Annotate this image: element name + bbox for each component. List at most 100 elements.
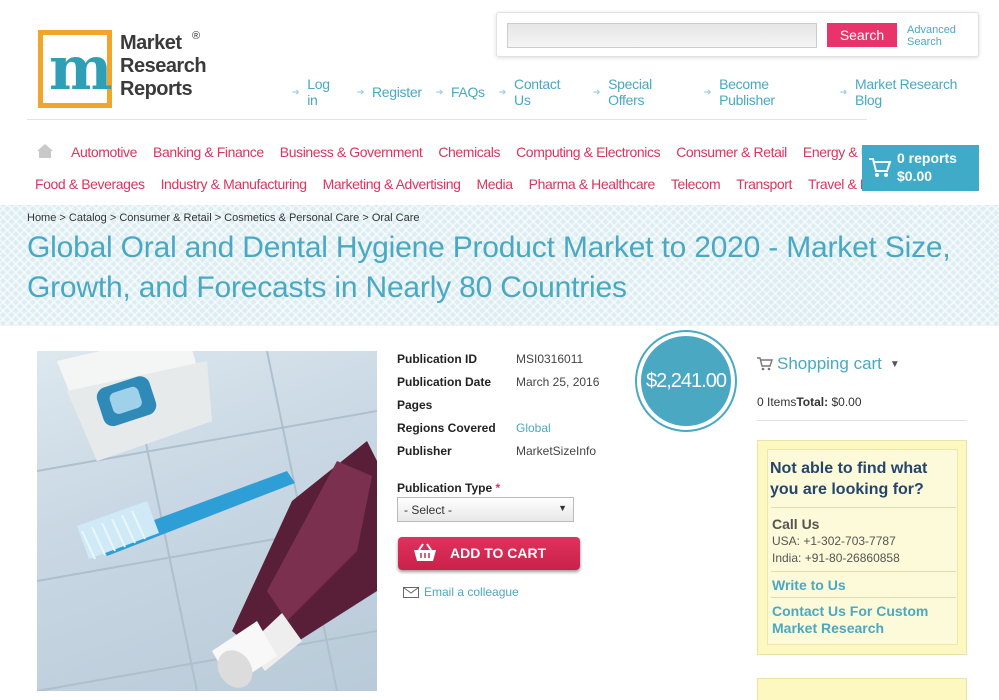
logo-word-market: Market	[120, 32, 182, 54]
contact-us-link[interactable]: ➔ Contact Us	[499, 76, 579, 108]
cart-report-count: 0 reports	[897, 150, 957, 166]
shopping-cart-title: Shopping cart	[777, 354, 882, 373]
add-to-cart-button[interactable]: ADD TO CART	[398, 537, 580, 570]
arrow-icon: ➔	[435, 86, 444, 97]
home-icon[interactable]	[36, 143, 54, 159]
arrow-icon: ➔	[592, 86, 601, 97]
help-divider	[771, 507, 956, 508]
link-label: Special Offers	[608, 76, 652, 108]
email-colleague-link[interactable]: Email a colleague	[403, 585, 519, 599]
detail-value: March 25, 2016	[516, 375, 600, 389]
link-label: Market Research Blog	[855, 76, 958, 108]
category-business-government[interactable]: Business & Government	[280, 144, 423, 160]
link-label: Become Publisher	[719, 76, 775, 108]
link-label: Log in	[307, 76, 330, 108]
detail-row: Publisher MarketSizeInfo	[397, 444, 599, 467]
faqs-link[interactable]: ➔ FAQs	[436, 76, 485, 108]
publication-details: Publication ID MSI0316011 Publication Dat…	[397, 352, 599, 467]
logo-word-reports: Reports	[120, 78, 193, 100]
category-media[interactable]: Media	[476, 176, 513, 192]
arrow-icon: ➔	[292, 86, 300, 97]
search-box: Search Advanced Search	[496, 12, 979, 57]
cart-items-count: 0 Items	[757, 395, 797, 409]
category-industry-manufacturing[interactable]: Industry & Manufacturing	[161, 176, 307, 192]
detail-label: Regions Covered	[397, 421, 496, 435]
shopping-cart-summary: 0 ItemsTotal: $0.00	[757, 395, 862, 409]
become-publisher-link[interactable]: ➔ Become Publisher	[704, 76, 826, 108]
logo-word-research: Research	[120, 55, 207, 77]
category-nav-row-2: Food & Beverages Industry & Manufacturin…	[35, 176, 919, 192]
help-title: Not able to find what you are looking fo…	[770, 460, 928, 498]
search-button[interactable]: Search	[827, 23, 897, 47]
call-us-heading: Call Us	[772, 516, 820, 532]
registered-mark: ®	[192, 30, 201, 42]
product-image	[37, 351, 377, 691]
help-box: Not able to find what you are looking fo…	[757, 440, 967, 655]
help-divider	[771, 571, 956, 572]
sidebar-divider	[757, 420, 967, 421]
register-link[interactable]: ➔ Register	[357, 76, 422, 108]
breadcrumb[interactable]: Home > Catalog > Consumer & Retail > Cos…	[27, 212, 420, 224]
category-consumer-retail[interactable]: Consumer & Retail	[676, 144, 787, 160]
category-food-beverages[interactable]: Food & Beverages	[35, 176, 145, 192]
detail-row: Publication ID MSI0316011	[397, 352, 599, 375]
price-badge: $2,241.00	[637, 332, 735, 430]
link-label: FAQs	[450, 84, 485, 100]
login-link[interactable]: ➔ Log in	[292, 76, 343, 108]
cart-icon	[869, 158, 892, 177]
top-links: ➔ Log in ➔ Register ➔ FAQs ➔ Contact Us ➔ Spe…	[292, 76, 999, 108]
sidebar-box	[757, 678, 967, 700]
link-label: Register	[371, 84, 422, 100]
arrow-icon: ➔	[839, 86, 848, 97]
blog-link[interactable]: ➔ Market Research Blog	[840, 76, 985, 108]
logo-mark: m	[38, 30, 113, 108]
search-input[interactable]	[507, 23, 817, 48]
detail-row: Publication Date March 25, 2016	[397, 375, 599, 398]
detail-value: MSI0316011	[516, 352, 584, 366]
help-divider	[771, 597, 956, 598]
category-pharma-healthcare[interactable]: Pharma & Healthcare	[529, 176, 656, 192]
arrow-icon: ➔	[498, 86, 507, 97]
advanced-search-link[interactable]: Advanced Search	[907, 24, 967, 48]
page-title: Global Oral and Dental Hygiene Product M…	[27, 231, 951, 304]
detail-row: Regions Covered Global	[397, 421, 599, 444]
publication-type-label: Publication Type *	[397, 481, 500, 495]
cart-total-value: $0.00	[831, 395, 862, 409]
cart-total: $0.00	[897, 168, 933, 184]
category-nav-row-1: Automotive Banking & Finance Business & …	[71, 144, 918, 160]
envelope-icon	[403, 586, 419, 598]
detail-value: MarketSizeInfo	[516, 444, 597, 458]
category-computing-electronics[interactable]: Computing & Electronics	[516, 144, 660, 160]
link-label: Email a colleague	[424, 585, 519, 599]
category-transport[interactable]: Transport	[736, 176, 792, 192]
custom-research-link[interactable]: Contact Us For Custom Market Research	[772, 603, 957, 637]
category-telecom[interactable]: Telecom	[671, 176, 721, 192]
category-automotive[interactable]: Automotive	[71, 144, 137, 160]
category-chemicals[interactable]: Chemicals	[438, 144, 500, 160]
select-value: - Select -	[404, 503, 453, 517]
cart-total-label: Total:	[796, 395, 829, 409]
publication-type-select[interactable]: - Select - ▼	[397, 497, 574, 522]
detail-label: Publication Date	[397, 375, 492, 389]
phone-usa: USA: +1-302-703-7787	[772, 534, 896, 548]
basket-icon	[414, 543, 436, 561]
cart-icon	[757, 357, 773, 371]
chevron-down-icon: ▼	[558, 503, 567, 513]
header-divider	[27, 119, 867, 120]
label-text: Publication Type	[397, 481, 493, 495]
special-offers-link[interactable]: ➔ Special Offers	[593, 76, 690, 108]
site-logo[interactable]: m Market Research Reports ®	[38, 30, 213, 110]
category-marketing-advertising[interactable]: Marketing & Advertising	[323, 176, 461, 192]
required-marker: *	[495, 481, 501, 495]
shopping-cart-toggle[interactable]: Shopping cart ▼	[757, 354, 900, 374]
write-to-us-link[interactable]: Write to Us	[772, 577, 846, 593]
region-link[interactable]: Global	[516, 421, 551, 444]
detail-label: Pages	[397, 398, 433, 412]
arrow-icon: ➔	[356, 86, 365, 97]
category-banking-finance[interactable]: Banking & Finance	[153, 144, 264, 160]
phone-india: India: +91-80-26860858	[772, 551, 900, 565]
detail-label: Publication ID	[397, 352, 478, 366]
button-label: ADD TO CART	[450, 545, 547, 561]
header-cart-button[interactable]: 0 reports $0.00	[862, 145, 979, 191]
link-label: Contact Us	[514, 76, 561, 108]
